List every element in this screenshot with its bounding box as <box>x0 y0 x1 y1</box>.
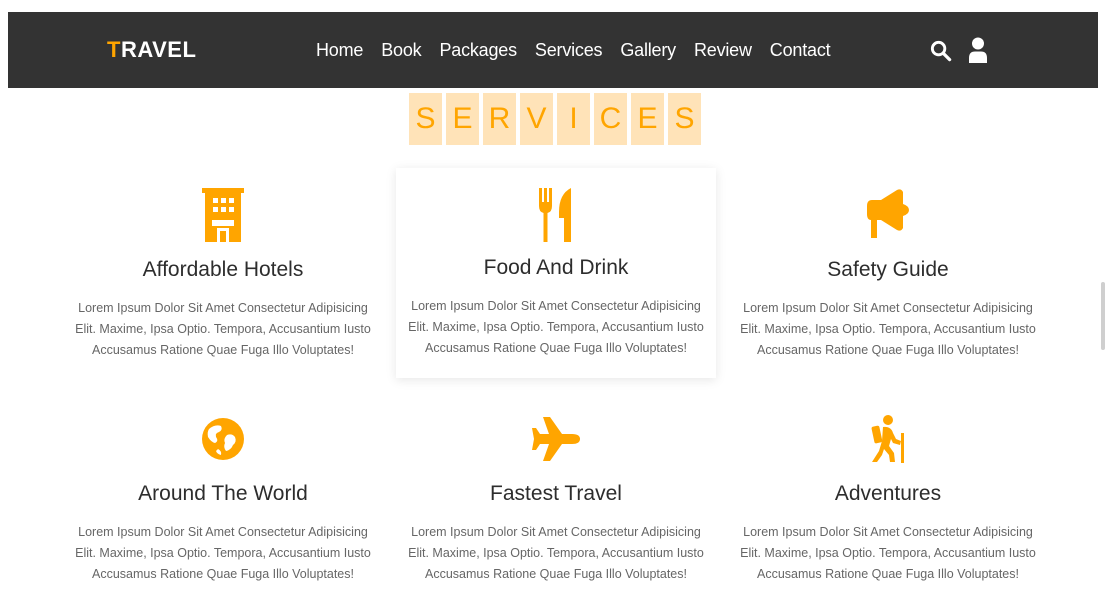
logo-rest: RAVEL <box>120 37 197 62</box>
nav-link-book[interactable]: Book <box>381 36 421 64</box>
nav-link-gallery[interactable]: Gallery <box>620 36 676 64</box>
card-text: Lorem Ipsum Dolor Sit Amet Consectetur A… <box>408 525 704 581</box>
service-card-safety[interactable]: Safety Guide Lorem Ipsum Dolor Sit Amet … <box>728 172 1048 382</box>
service-card-adventures[interactable]: Adventures Lorem Ipsum Dolor Sit Amet Co… <box>728 396 1048 606</box>
card-title: Fastest Travel <box>490 482 622 505</box>
card-title: Food And Drink <box>483 256 629 279</box>
logo[interactable]: TRAVEL <box>107 36 196 64</box>
service-card-travel[interactable]: Fastest Travel Lorem Ipsum Dolor Sit Ame… <box>396 396 716 606</box>
section-heading: S E R V I C E S <box>409 93 701 145</box>
heading-letter: R <box>483 93 516 145</box>
heading-letter: E <box>631 93 664 145</box>
bullhorn-icon <box>728 186 1048 244</box>
card-title: Affordable Hotels <box>142 258 304 281</box>
nav-link-review[interactable]: Review <box>694 36 752 64</box>
card-text: Lorem Ipsum Dolor Sit Amet Consectetur A… <box>740 301 1036 357</box>
heading-letter: I <box>557 93 590 145</box>
search-icon[interactable] <box>928 37 952 63</box>
nav-link-packages[interactable]: Packages <box>439 36 517 64</box>
logo-first-letter: T <box>107 37 121 62</box>
nav-link-contact[interactable]: Contact <box>770 36 831 64</box>
service-card-food[interactable]: Food And Drink Lorem Ipsum Dolor Sit Ame… <box>396 168 716 378</box>
hotel-icon <box>63 186 383 244</box>
card-title: Around The World <box>138 482 308 505</box>
navbar: TRAVEL Home Book Packages Services Galle… <box>8 12 1098 88</box>
service-card-world[interactable]: Around The World Lorem Ipsum Dolor Sit A… <box>63 396 383 606</box>
service-card-hotels[interactable]: Affordable Hotels Lorem Ipsum Dolor Sit … <box>63 172 383 382</box>
nav-link-services[interactable]: Services <box>535 36 603 64</box>
heading-letter: V <box>520 93 553 145</box>
card-title: Adventures <box>834 482 942 505</box>
card-text: Lorem Ipsum Dolor Sit Amet Consectetur A… <box>75 525 371 581</box>
plane-icon <box>396 410 716 468</box>
heading-letter: C <box>594 93 627 145</box>
utensils-icon <box>396 186 716 244</box>
heading-letter: S <box>668 93 701 145</box>
card-text: Lorem Ipsum Dolor Sit Amet Consectetur A… <box>740 525 1036 581</box>
heading-letter: E <box>446 93 479 145</box>
hiking-icon <box>728 410 1048 468</box>
card-title: Safety Guide <box>827 258 949 281</box>
nav-icons <box>928 36 990 64</box>
globe-icon <box>63 410 383 468</box>
scrollbar-thumb[interactable] <box>1101 282 1105 350</box>
nav-links: Home Book Packages Services Gallery Revi… <box>316 36 831 64</box>
user-icon[interactable] <box>966 37 990 63</box>
nav-link-home[interactable]: Home <box>316 36 363 64</box>
heading-letter: S <box>409 93 442 145</box>
card-text: Lorem Ipsum Dolor Sit Amet Consectetur A… <box>408 299 704 355</box>
card-text: Lorem Ipsum Dolor Sit Amet Consectetur A… <box>75 301 371 357</box>
